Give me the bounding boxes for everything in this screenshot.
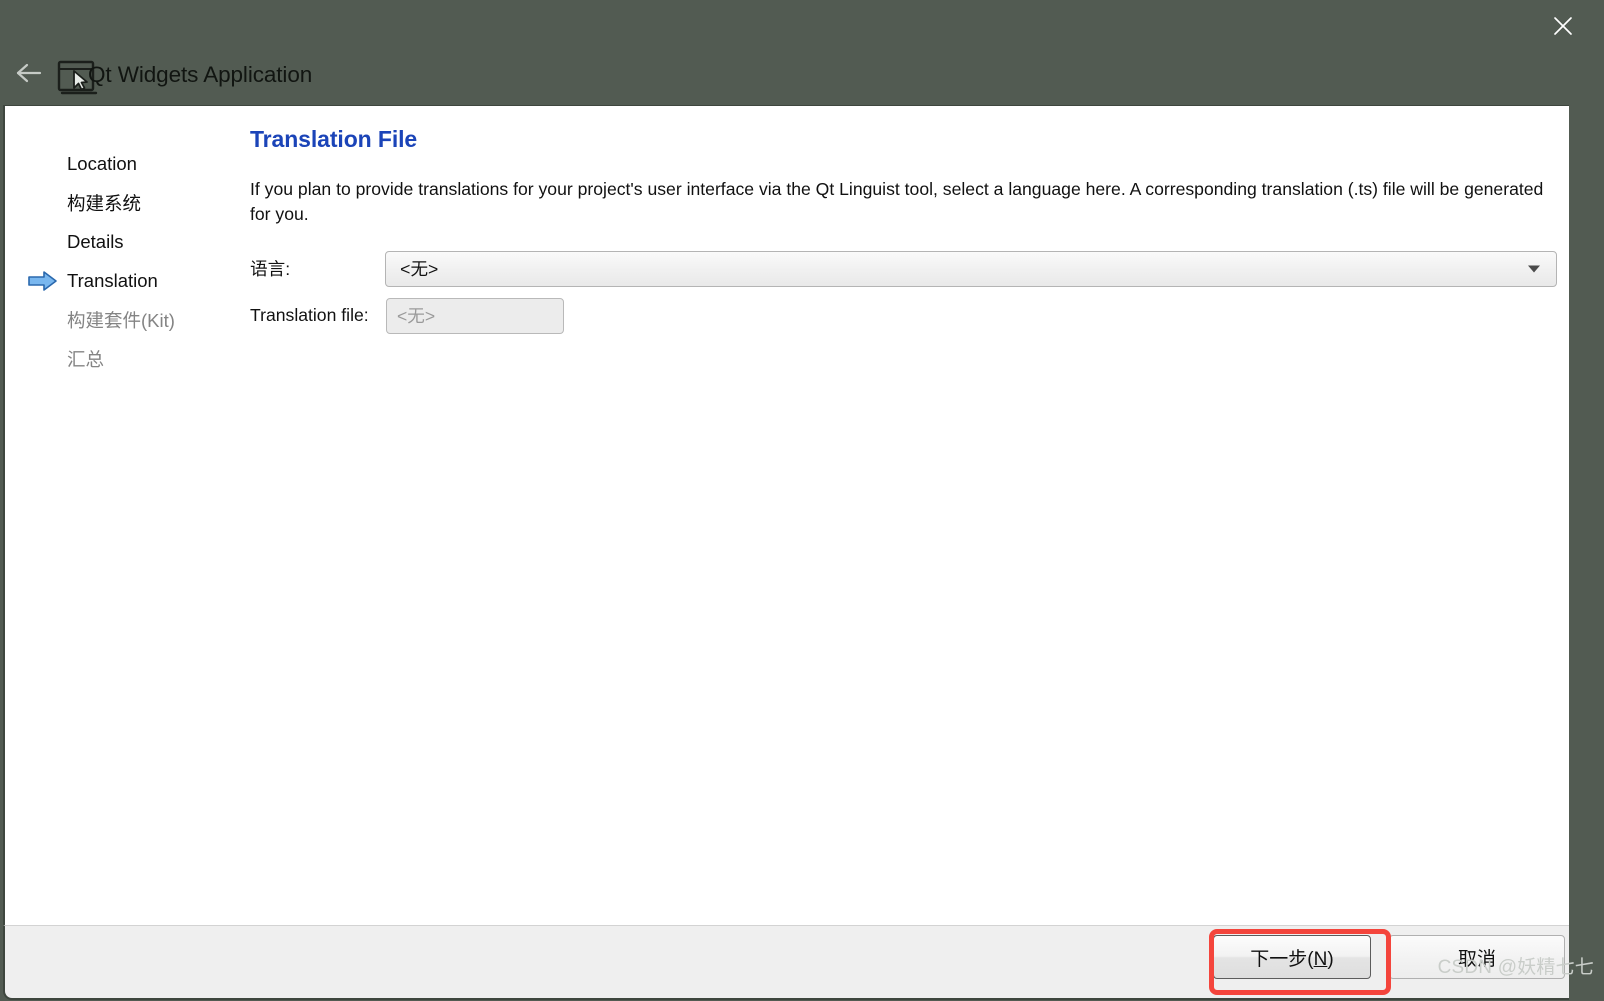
sidebar-item-build-system[interactable]: 构建系统 — [5, 183, 245, 222]
blue-arrow-icon — [27, 269, 59, 293]
sidebar-item-label: Translation — [67, 269, 158, 291]
language-select[interactable]: <无> — [385, 250, 1557, 287]
page-description: If you plan to provide translations for … — [250, 179, 1544, 224]
window-title: Qt Widgets Application — [88, 62, 313, 87]
qt-wizard-window: Qt Widgets Application Location 构建系统 Det… — [0, 0, 1604, 1001]
sidebar-item-location[interactable]: Location — [5, 144, 245, 183]
sidebar-item-label: Details — [67, 230, 124, 252]
page-title: Translation File — [250, 126, 418, 152]
sidebar-item-kit: 构建套件(Kit) — [5, 300, 245, 339]
language-selected-value: <无> — [400, 259, 439, 280]
sidebar-item-details[interactable]: Details — [5, 222, 245, 261]
dialog-body: Location 构建系统 Details Translation 构建套件(K… — [3, 105, 1569, 985]
dialog-footer: 下一步(N) 取消 — [3, 925, 1569, 1000]
back-arrow-icon[interactable] — [10, 56, 48, 90]
next-button[interactable]: 下一步(N) — [1213, 935, 1371, 979]
close-icon[interactable] — [1540, 6, 1586, 46]
footer-button-group: 下一步(N) 取消 — [1213, 935, 1565, 979]
sidebar-item-label: 构建系统 — [67, 192, 142, 214]
sidebar-item-summary: 汇总 — [5, 339, 245, 378]
language-label: 语言: — [250, 259, 291, 280]
title-bar: Qt Widgets Application — [0, 0, 1604, 108]
cancel-button[interactable]: 取消 — [1389, 935, 1565, 979]
translation-file-label: Translation file: — [250, 305, 369, 326]
language-row: 语言: <无> — [250, 250, 1557, 287]
sidebar-item-label: 构建套件(Kit) — [67, 309, 175, 331]
next-button-label: 下一步(N) — [1250, 948, 1334, 970]
translation-file-input: <无> — [386, 297, 564, 334]
sidebar-item-label: 汇总 — [67, 348, 105, 370]
cancel-button-label: 取消 — [1457, 948, 1496, 970]
main-pane: Translation File If you plan to provide … — [250, 126, 1557, 345]
chevron-down-icon — [1528, 265, 1540, 273]
sidebar-item-label: Location — [67, 152, 137, 174]
translation-form: 语言: <无> Translation file: <无> — [250, 250, 1557, 334]
translation-file-row: Translation file: <无> — [250, 297, 1557, 334]
wizard-step-list: Location 构建系统 Details Translation 构建套件(K… — [5, 144, 245, 378]
translation-file-value: <无> — [397, 306, 436, 327]
sidebar-item-translation[interactable]: Translation — [5, 261, 245, 300]
